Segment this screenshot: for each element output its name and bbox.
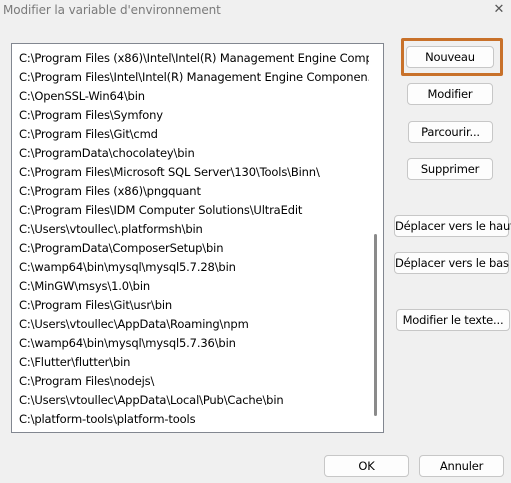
path-entry[interactable]: C:\MinGW\msys\1.0\bin: [12, 277, 370, 296]
delete-button[interactable]: Supprimer: [407, 158, 493, 180]
path-entry[interactable]: C:\Program Files\Git\usr\bin: [12, 296, 370, 315]
scrollbar-thumb[interactable]: [374, 234, 377, 416]
path-entry[interactable]: C:\Program Files\IDM Computer Solutions\…: [12, 201, 370, 220]
path-entry[interactable]: C:\platform-tools\platform-tools: [12, 410, 370, 429]
path-entry[interactable]: C:\Program Files\nodejs\: [12, 372, 370, 391]
move-down-button[interactable]: Déplacer vers le bas: [394, 252, 509, 274]
edit-button[interactable]: Modifier: [407, 83, 493, 105]
path-entry[interactable]: C:\OpenSSL-Win64\bin: [12, 87, 370, 106]
new-button[interactable]: Nouveau: [406, 46, 494, 68]
path-list[interactable]: C:\Program Files (x86)\Intel\Intel(R) Ma…: [11, 43, 384, 433]
ok-button[interactable]: OK: [324, 455, 409, 477]
cancel-button[interactable]: Annuler: [419, 455, 504, 477]
browse-button[interactable]: Parcourir...: [408, 121, 493, 143]
path-entry[interactable]: C:\Program Files\Microsoft SQL Server\13…: [12, 163, 370, 182]
path-entry[interactable]: C:\Program Files\Intel\Intel(R) Manageme…: [12, 68, 370, 87]
path-entry[interactable]: C:\Users\vtoullec\AppData\Roaming\npm: [12, 315, 370, 334]
path-entry[interactable]: C:\Users\vtoullec\.platformsh\bin: [12, 220, 370, 239]
path-entry[interactable]: C:\Program Files\Symfony: [12, 106, 370, 125]
title-bar: Modifier la variable d'environnement ✕: [0, 0, 511, 26]
path-entry[interactable]: C:\ProgramData\chocolatey\bin: [12, 144, 370, 163]
path-entry[interactable]: C:\wamp64\bin\mysql\mysql5.7.36\bin: [12, 334, 370, 353]
path-entry[interactable]: C:\ProgramData\ComposerSetup\bin: [12, 239, 370, 258]
path-entry[interactable]: C:\Program Files (x86)\Intel\Intel(R) Ma…: [12, 49, 370, 68]
move-up-button[interactable]: Déplacer vers le haut: [394, 215, 511, 237]
path-list-items: C:\Program Files (x86)\Intel\Intel(R) Ma…: [12, 49, 370, 429]
path-entry[interactable]: C:\Program Files\Git\cmd: [12, 125, 370, 144]
path-entry[interactable]: C:\Flutter\flutter\bin: [12, 353, 370, 372]
path-entry[interactable]: C:\Program Files (x86)\pngquant: [12, 182, 370, 201]
close-icon[interactable]: ✕: [488, 0, 510, 22]
path-entry[interactable]: C:\wamp64\bin\mysql\mysql5.7.28\bin: [12, 258, 370, 277]
window-title: Modifier la variable d'environnement: [3, 3, 221, 17]
edit-text-button[interactable]: Modifier le texte...: [396, 309, 510, 331]
path-entry[interactable]: C:\Users\vtoullec\AppData\Local\Pub\Cach…: [12, 391, 370, 410]
vertical-scrollbar[interactable]: [369, 44, 383, 432]
